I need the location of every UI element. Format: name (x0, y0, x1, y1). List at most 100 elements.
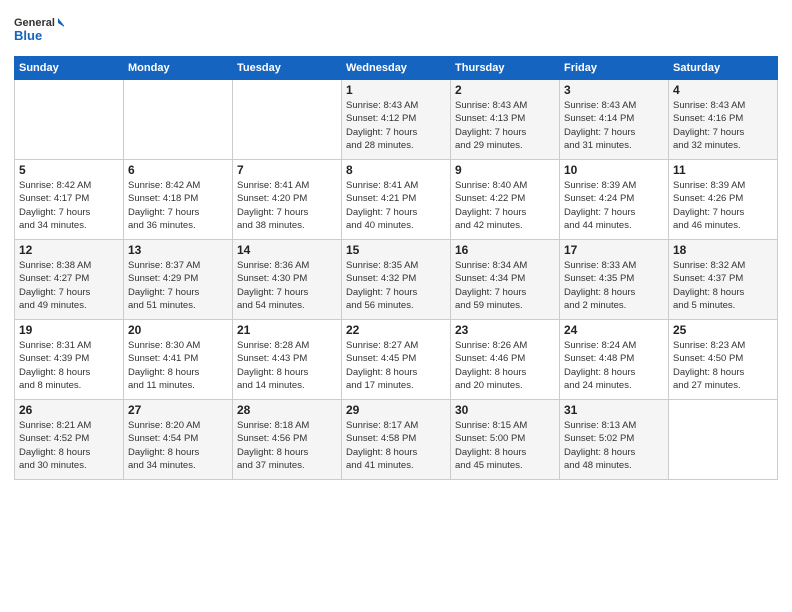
day-number: 28 (237, 403, 337, 417)
day-info: Sunrise: 8:21 AM Sunset: 4:52 PM Dayligh… (19, 419, 119, 472)
calendar-cell: 16Sunrise: 8:34 AM Sunset: 4:34 PM Dayli… (451, 240, 560, 320)
calendar-cell: 8Sunrise: 8:41 AM Sunset: 4:21 PM Daylig… (342, 160, 451, 240)
calendar-cell: 17 Sunrise: 8:33 AM Sunset: 4:35 PM Dayli… (560, 240, 669, 320)
day-number: 2 (455, 83, 555, 97)
day-number: 8 (346, 163, 446, 177)
calendar-cell: 21 Sunrise: 8:28 AM Sunset: 4:43 PM Dayli… (233, 320, 342, 400)
day-number: 5 (19, 163, 119, 177)
calendar-cell: 27 Sunrise: 8:20 AM Sunset: 4:54 PM Dayli… (124, 400, 233, 480)
day-number: 6 (128, 163, 228, 177)
day-number: 24 (564, 323, 664, 337)
day-number: 25 (673, 323, 773, 337)
calendar-cell: 2 Sunrise: 8:43 AM Sunset: 4:13 PM Daylig… (451, 80, 560, 160)
calendar-cell: 10 Sunrise: 8:39 AM Sunset: 4:24 PM Dayli… (560, 160, 669, 240)
day-number: 29 (346, 403, 446, 417)
day-number: 21 (237, 323, 337, 337)
day-info: Sunrise: 8:18 AM Sunset: 4:56 PM Dayligh… (237, 419, 337, 472)
calendar-cell: 14Sunrise: 8:36 AM Sunset: 4:30 PM Dayli… (233, 240, 342, 320)
calendar-cell: 19 Sunrise: 8:31 AM Sunset: 4:39 PM Dayli… (15, 320, 124, 400)
day-info: Sunrise: 8:28 AM Sunset: 4:43 PM Dayligh… (237, 339, 337, 392)
calendar-cell: 5 Sunrise: 8:42 AM Sunset: 4:17 PM Daylig… (15, 160, 124, 240)
calendar-week-row: 19 Sunrise: 8:31 AM Sunset: 4:39 PM Dayli… (15, 320, 778, 400)
day-number: 26 (19, 403, 119, 417)
day-info: Sunrise: 8:39 AM Sunset: 4:26 PM Dayligh… (673, 179, 773, 232)
calendar-cell (15, 80, 124, 160)
day-info: Sunrise: 8:31 AM Sunset: 4:39 PM Dayligh… (19, 339, 119, 392)
calendar-cell (124, 80, 233, 160)
day-number: 20 (128, 323, 228, 337)
day-info: Sunrise: 8:13 AM Sunset: 5:02 PM Dayligh… (564, 419, 664, 472)
calendar-cell: 18 Sunrise: 8:32 AM Sunset: 4:37 PM Dayli… (669, 240, 778, 320)
logo-svg: General Blue (14, 10, 64, 48)
svg-text:Blue: Blue (14, 28, 42, 43)
day-info: Sunrise: 8:23 AM Sunset: 4:50 PM Dayligh… (673, 339, 773, 392)
day-info: Sunrise: 8:41 AM Sunset: 4:20 PM Dayligh… (237, 179, 337, 232)
calendar-week-row: 26 Sunrise: 8:21 AM Sunset: 4:52 PM Dayli… (15, 400, 778, 480)
day-info: Sunrise: 8:27 AM Sunset: 4:45 PM Dayligh… (346, 339, 446, 392)
day-number: 14 (237, 243, 337, 257)
day-info: Sunrise: 8:38 AM Sunset: 4:27 PM Dayligh… (19, 259, 119, 312)
day-info: Sunrise: 8:26 AM Sunset: 4:46 PM Dayligh… (455, 339, 555, 392)
header-wednesday: Wednesday (342, 57, 451, 80)
calendar-cell (669, 400, 778, 480)
day-number: 19 (19, 323, 119, 337)
day-number: 9 (455, 163, 555, 177)
calendar-cell: 26 Sunrise: 8:21 AM Sunset: 4:52 PM Dayli… (15, 400, 124, 480)
day-info: Sunrise: 8:43 AM Sunset: 4:12 PM Dayligh… (346, 99, 446, 152)
day-number: 23 (455, 323, 555, 337)
day-number: 15 (346, 243, 446, 257)
day-info: Sunrise: 8:15 AM Sunset: 5:00 PM Dayligh… (455, 419, 555, 472)
day-info: Sunrise: 8:39 AM Sunset: 4:24 PM Dayligh… (564, 179, 664, 232)
day-number: 4 (673, 83, 773, 97)
day-info: Sunrise: 8:24 AM Sunset: 4:48 PM Dayligh… (564, 339, 664, 392)
day-info: Sunrise: 8:20 AM Sunset: 4:54 PM Dayligh… (128, 419, 228, 472)
calendar-cell: 11 Sunrise: 8:39 AM Sunset: 4:26 PM Dayli… (669, 160, 778, 240)
header-friday: Friday (560, 57, 669, 80)
calendar-cell: 23 Sunrise: 8:26 AM Sunset: 4:46 PM Dayli… (451, 320, 560, 400)
day-number: 1 (346, 83, 446, 97)
calendar-week-row: 12 Sunrise: 8:38 AM Sunset: 4:27 PM Dayli… (15, 240, 778, 320)
calendar-cell: 29 Sunrise: 8:17 AM Sunset: 4:58 PM Dayli… (342, 400, 451, 480)
day-info: Sunrise: 8:42 AM Sunset: 4:17 PM Dayligh… (19, 179, 119, 232)
day-info: Sunrise: 8:37 AM Sunset: 4:29 PM Dayligh… (128, 259, 228, 312)
calendar-table: SundayMondayTuesdayWednesdayThursdayFrid… (14, 56, 778, 480)
day-number: 10 (564, 163, 664, 177)
day-number: 13 (128, 243, 228, 257)
calendar-cell: 13 Sunrise: 8:37 AM Sunset: 4:29 PM Dayli… (124, 240, 233, 320)
calendar-week-row: 1 Sunrise: 8:43 AM Sunset: 4:12 PM Daylig… (15, 80, 778, 160)
day-info: Sunrise: 8:30 AM Sunset: 4:41 PM Dayligh… (128, 339, 228, 392)
day-info: Sunrise: 8:17 AM Sunset: 4:58 PM Dayligh… (346, 419, 446, 472)
day-info: Sunrise: 8:43 AM Sunset: 4:16 PM Dayligh… (673, 99, 773, 152)
calendar-cell: 25 Sunrise: 8:23 AM Sunset: 4:50 PM Dayli… (669, 320, 778, 400)
calendar-cell: 30Sunrise: 8:15 AM Sunset: 5:00 PM Dayli… (451, 400, 560, 480)
day-number: 22 (346, 323, 446, 337)
day-info: Sunrise: 8:33 AM Sunset: 4:35 PM Dayligh… (564, 259, 664, 312)
header-tuesday: Tuesday (233, 57, 342, 80)
day-info: Sunrise: 8:42 AM Sunset: 4:18 PM Dayligh… (128, 179, 228, 232)
day-info: Sunrise: 8:43 AM Sunset: 4:14 PM Dayligh… (564, 99, 664, 152)
calendar-cell: 31 Sunrise: 8:13 AM Sunset: 5:02 PM Dayli… (560, 400, 669, 480)
calendar-cell: 15Sunrise: 8:35 AM Sunset: 4:32 PM Dayli… (342, 240, 451, 320)
header-sunday: Sunday (15, 57, 124, 80)
header-saturday: Saturday (669, 57, 778, 80)
calendar-cell: 9Sunrise: 8:40 AM Sunset: 4:22 PM Daylig… (451, 160, 560, 240)
header-thursday: Thursday (451, 57, 560, 80)
day-number: 7 (237, 163, 337, 177)
calendar-cell: 6 Sunrise: 8:42 AM Sunset: 4:18 PM Daylig… (124, 160, 233, 240)
calendar-week-row: 5 Sunrise: 8:42 AM Sunset: 4:17 PM Daylig… (15, 160, 778, 240)
calendar-cell: 7 Sunrise: 8:41 AM Sunset: 4:20 PM Daylig… (233, 160, 342, 240)
calendar-cell (233, 80, 342, 160)
day-number: 27 (128, 403, 228, 417)
day-info: Sunrise: 8:32 AM Sunset: 4:37 PM Dayligh… (673, 259, 773, 312)
day-number: 18 (673, 243, 773, 257)
day-number: 17 (564, 243, 664, 257)
day-number: 31 (564, 403, 664, 417)
calendar-cell: 12 Sunrise: 8:38 AM Sunset: 4:27 PM Dayli… (15, 240, 124, 320)
day-number: 11 (673, 163, 773, 177)
day-info: Sunrise: 8:43 AM Sunset: 4:13 PM Dayligh… (455, 99, 555, 152)
logo: General Blue (14, 10, 64, 48)
day-number: 12 (19, 243, 119, 257)
day-number: 3 (564, 83, 664, 97)
calendar-cell: 1 Sunrise: 8:43 AM Sunset: 4:12 PM Daylig… (342, 80, 451, 160)
page-header: General Blue (14, 10, 778, 48)
